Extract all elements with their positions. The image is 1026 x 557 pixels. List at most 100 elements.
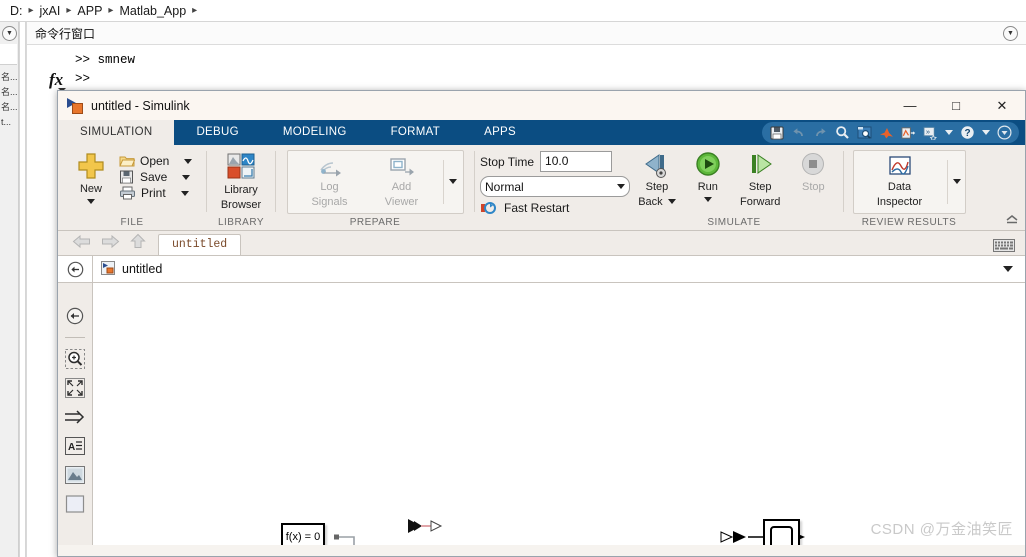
simulation-mode-caret-icon[interactable] [617, 184, 625, 189]
fx-icon[interactable]: fx [49, 70, 63, 90]
simulation-mode-select[interactable]: Normal [480, 176, 630, 197]
model-tab-untitled[interactable]: untitled [158, 234, 242, 255]
close-button[interactable]: ✕ [979, 91, 1025, 120]
stop-button[interactable]: Stop [789, 149, 838, 196]
printer-icon [120, 186, 135, 200]
breadcrumb-item-2[interactable]: APP [77, 4, 102, 18]
connection-port-icon [408, 519, 443, 533]
keyboard-icon[interactable] [993, 239, 1015, 252]
save-icon[interactable] [769, 125, 784, 140]
tab-format[interactable]: FORMAT [369, 120, 463, 145]
forward-arrow-icon[interactable] [101, 234, 120, 252]
open-caret-icon[interactable] [184, 158, 193, 164]
breadcrumb-item-3[interactable]: Matlab_App [119, 4, 186, 18]
ribbon-group-simulate-label: SIMULATE [707, 217, 761, 228]
simulink-window: untitled - Simulink — □ ✕ SIMULATION DEB… [57, 90, 1026, 557]
canvas-toolbar-rail: A [58, 283, 93, 545]
new-plus-icon [78, 153, 104, 179]
step-forward-button[interactable]: Step Forward [732, 149, 789, 211]
save-button[interactable]: Save [119, 169, 192, 185]
ribbon-group-simulate: Stop Time 10.0 Normal Fast Restart Step … [475, 145, 843, 230]
add-viewer-line1: Add [391, 180, 412, 193]
back-arrow-icon[interactable] [72, 234, 91, 252]
print-button[interactable]: Print [119, 185, 192, 201]
tab-simulation[interactable]: SIMULATION [58, 120, 175, 145]
scope-block[interactable] [763, 519, 800, 545]
minimize-button[interactable]: — [887, 91, 933, 120]
open-label: Open [140, 154, 170, 168]
up-arrow-icon[interactable] [130, 233, 146, 252]
save-disk-icon [120, 170, 133, 184]
open-button[interactable]: Open [119, 153, 193, 169]
stop-label: Stop [802, 181, 825, 193]
add-viewer-button[interactable]: Add Viewer [366, 153, 438, 211]
new-caret-icon[interactable] [87, 199, 95, 204]
area-annotation-icon[interactable] [64, 493, 86, 515]
prepare-overflow-caret-icon[interactable] [448, 179, 457, 184]
log-signals-line1: Log [320, 180, 339, 193]
command-window-titlebar: 命令行窗口 ▼ [27, 22, 1026, 45]
help-caret-icon[interactable] [982, 130, 990, 135]
more-options-icon[interactable] [997, 125, 1012, 140]
simulink-editor-icon[interactable] [901, 125, 916, 140]
print-caret-icon[interactable] [180, 190, 189, 196]
matlab-path-breadcrumb[interactable]: D: ▸ jxAI ▸ APP ▸ Matlab_App ▸ [0, 0, 1026, 22]
image-annotation-icon[interactable] [64, 464, 86, 486]
log-signals-button[interactable]: Log Signals [294, 153, 366, 211]
fit-to-view-icon[interactable] [64, 377, 86, 399]
find-in-model-icon[interactable] [857, 125, 872, 140]
favorites-caret-icon[interactable] [945, 130, 953, 135]
ribbon-group-library-label: LIBRARY [217, 217, 265, 228]
command-line-1[interactable]: >> [27, 70, 1026, 89]
simulink-titlebar[interactable]: untitled - Simulink — □ ✕ [58, 91, 1025, 120]
ribbon-group-review-results: Data Inspector REVIEW RESULTS [844, 145, 974, 230]
breadcrumb-item-0[interactable]: D: [10, 4, 23, 18]
watermark-text: CSDN @万金油笑匠 [870, 521, 1013, 538]
matlab-icon[interactable] [879, 125, 894, 140]
solver-configuration-block[interactable]: f(x) = 0 [281, 523, 325, 545]
breadcrumb-item-1[interactable]: jxAI [40, 4, 61, 18]
navigate-up-icon[interactable] [64, 305, 86, 327]
simulink-canvas[interactable]: f(x) = 0 W [93, 283, 1025, 545]
signal-route-icon[interactable] [64, 406, 86, 428]
ribbon-collapse-icon[interactable] [1005, 213, 1019, 228]
navigate-back-icon[interactable] [58, 261, 92, 278]
add-viewer-line2: Viewer [384, 195, 419, 208]
search-icon[interactable] [835, 125, 850, 140]
tab-modeling[interactable]: MODELING [261, 120, 369, 145]
data-inspector-icon [888, 155, 911, 175]
help-icon[interactable]: ? [960, 125, 975, 140]
fast-restart-label[interactable]: Fast Restart [504, 201, 569, 215]
rail-label-3: t... [1, 117, 12, 127]
stop-time-label: Stop Time [480, 154, 535, 169]
data-inspector-button[interactable]: Data Inspector [858, 153, 942, 211]
tab-apps[interactable]: APPS [462, 120, 538, 145]
zoom-region-icon[interactable] [64, 348, 86, 370]
favorites-icon[interactable]: » [923, 125, 938, 140]
fast-restart-icon [481, 202, 496, 214]
step-back-button[interactable]: Step Back [630, 149, 684, 211]
step-back-caret-icon[interactable] [667, 199, 676, 204]
command-window-body[interactable]: >> smnew >> [27, 45, 1026, 89]
review-overflow-caret-icon[interactable] [952, 179, 961, 184]
new-button[interactable]: New [63, 149, 119, 206]
rail-dropdown-icon[interactable]: ▼ [2, 26, 17, 41]
rail-divider [65, 337, 85, 338]
library-browser-button[interactable]: Library Browser [216, 150, 266, 214]
undo-icon[interactable] [791, 125, 806, 140]
save-caret-icon[interactable] [182, 174, 191, 180]
breadcrumb-caret-icon[interactable] [1003, 266, 1013, 272]
stop-time-input[interactable]: 10.0 [540, 151, 613, 172]
run-button[interactable]: Run [684, 149, 732, 204]
step-back-icon [645, 154, 666, 178]
tab-debug[interactable]: DEBUG [174, 120, 260, 145]
redo-icon[interactable] [813, 125, 828, 140]
maximize-button[interactable]: □ [933, 91, 979, 120]
run-caret-icon[interactable] [703, 197, 712, 202]
run-play-icon [696, 152, 720, 176]
step-forward-line2: Forward [740, 196, 781, 208]
connection-port-block[interactable] [405, 516, 445, 536]
command-window-options-icon[interactable]: ▼ [1003, 26, 1018, 41]
annotation-text-icon[interactable]: A [64, 435, 86, 457]
breadcrumb-model[interactable]: untitled [93, 260, 162, 278]
